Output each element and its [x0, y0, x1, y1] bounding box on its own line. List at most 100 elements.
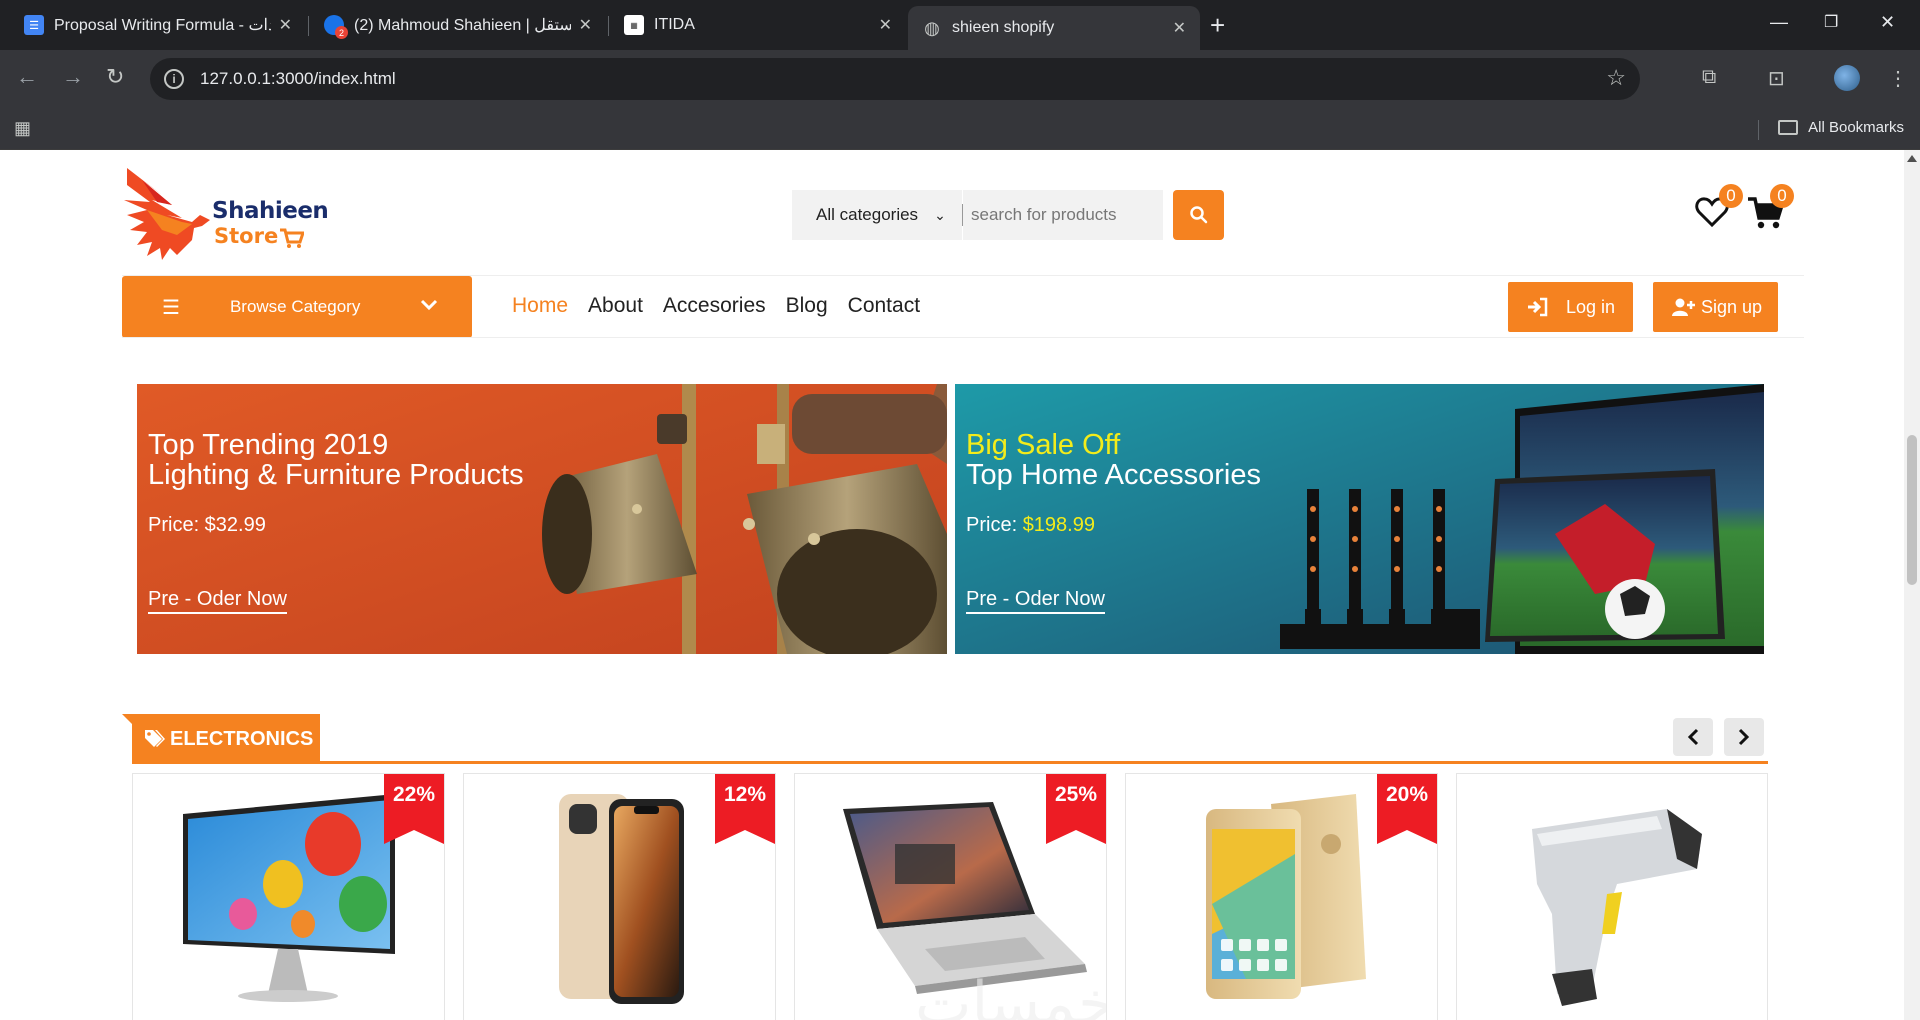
tab-proposal-writing[interactable]: ☰ Proposal Writing Formula - دات ✕	[10, 8, 306, 42]
bookmark-star-icon[interactable]: ☆	[1606, 65, 1626, 91]
browse-category-button[interactable]: ☰ Browse Category	[122, 276, 472, 338]
section-title: ELECTRONICS	[170, 727, 314, 750]
banner-line1: Big Sale Off	[966, 429, 1121, 461]
close-icon[interactable]: ✕	[579, 15, 592, 35]
nav-contact[interactable]: Contact	[848, 294, 920, 318]
scroll-up-arrow[interactable]	[1907, 155, 1917, 162]
bookmarks-bar: ▦ All Bookmarks	[0, 108, 1920, 150]
tab-shieen-shopify[interactable]: ◍ shieen shopify ✕	[908, 6, 1200, 50]
pre-order-link[interactable]: Pre - Oder Now	[148, 588, 287, 614]
banner-home-accessories[interactable]: Big Sale Off Top Home Accessories Price:…	[955, 384, 1764, 654]
nav-accesories[interactable]: Accesories	[663, 294, 766, 318]
nav-about[interactable]: About	[588, 294, 643, 318]
search-input[interactable]	[963, 190, 1163, 240]
nav-divider	[122, 337, 1804, 338]
product-card[interactable]: 12% ★★★★★	[463, 773, 776, 1020]
browser-toolbar: ← → ↻ i 127.0.0.1:3000/index.html ☆ ⧉ ⊡ …	[0, 50, 1920, 108]
browser-tab-bar: ☰ Proposal Writing Formula - دات ✕ 2 (2)…	[0, 0, 1920, 50]
page-scrollbar[interactable]	[1904, 150, 1920, 1020]
carousel-next-button[interactable]	[1724, 718, 1764, 756]
sign-in-icon	[1528, 297, 1548, 317]
tab-itida[interactable]: ▦ ITIDA ✕	[610, 8, 906, 42]
url-text[interactable]: 127.0.0.1:3000/index.html	[200, 69, 396, 89]
all-bookmarks-label: All Bookmarks	[1808, 119, 1904, 136]
login-button[interactable]: Log in	[1508, 282, 1633, 332]
section-title-tag: ELECTRONICS	[122, 714, 320, 764]
main-nav: Home About Accesories Blog Contact	[512, 294, 920, 318]
banner-title: Big Sale Off Top Home Accessories	[966, 430, 1261, 490]
address-bar[interactable]: i 127.0.0.1:3000/index.html ☆	[150, 58, 1640, 100]
site-info-icon[interactable]: i	[164, 69, 184, 89]
product-card[interactable]: 22% ★★★★★	[132, 773, 445, 1020]
reload-icon[interactable]: ↻	[106, 64, 124, 90]
folder-icon	[1778, 120, 1799, 135]
tab-title: ITIDA	[654, 16, 695, 33]
hamburger-icon: ☰	[162, 296, 180, 319]
restore-icon[interactable]: ❐	[1824, 12, 1838, 32]
close-icon[interactable]: ✕	[879, 15, 892, 35]
product-card[interactable]: 20% ★★★★★	[1125, 773, 1438, 1020]
apps-grid-icon[interactable]: ▦	[14, 118, 31, 139]
tab-separator	[308, 16, 309, 36]
banner-lighting[interactable]: Top Trending 2019 Lighting & Furniture P…	[137, 384, 947, 654]
barcode-scanner-image	[1532, 809, 1702, 1006]
user-plus-icon	[1672, 298, 1695, 316]
forward-icon[interactable]: →	[62, 64, 84, 90]
shahieen-store-logo[interactable]: Shahieen Store	[122, 160, 332, 260]
section-underline	[132, 761, 1768, 764]
tab-search-icon[interactable]: ⊡	[1768, 66, 1785, 91]
category-select-value: All categories	[816, 205, 919, 224]
bookmarks-divider	[1758, 120, 1759, 140]
close-icon[interactable]: ✕	[279, 15, 292, 35]
svg-text:خمسات: خمسات	[915, 969, 1107, 1020]
tab-title: Proposal Writing Formula - دات	[54, 17, 271, 34]
search-icon	[1189, 206, 1207, 224]
mostaql-icon: 2	[324, 15, 348, 39]
brand-sub: Store	[214, 224, 279, 248]
banner-price-prefix: Price:	[966, 514, 1023, 536]
minimize-icon[interactable]: —	[1770, 12, 1788, 33]
nav-blog[interactable]: Blog	[786, 294, 828, 318]
logo-cart-icon	[280, 228, 304, 248]
menu-dots-icon[interactable]: ⋮	[1888, 66, 1908, 91]
banner-line1: Top Trending 2019	[148, 429, 389, 461]
tags-icon	[145, 730, 165, 747]
scrollbar-thumb[interactable]	[1907, 435, 1917, 585]
profile-avatar[interactable]	[1834, 65, 1860, 91]
extensions-icon[interactable]: ⧉	[1702, 66, 1716, 89]
nav-home[interactable]: Home	[512, 294, 568, 318]
chevron-down-icon: ⌄	[934, 206, 946, 223]
wishlist-button[interactable]: 0	[1695, 184, 1743, 230]
tab-title: shieen shopify	[952, 19, 1055, 36]
search-button[interactable]	[1173, 190, 1224, 240]
globe-icon: ◍	[924, 17, 940, 38]
carousel-prev-button[interactable]	[1673, 718, 1713, 756]
pre-order-link[interactable]: Pre - Oder Now	[966, 588, 1105, 614]
cart-count-badge: 0	[1770, 184, 1794, 208]
product-card[interactable]: ★★★★★	[1456, 773, 1768, 1020]
signup-label: Sign up	[1701, 296, 1763, 317]
new-tab-icon[interactable]: +	[1210, 10, 1225, 40]
back-icon[interactable]: ←	[16, 64, 38, 90]
banner-price: Price: $198.99	[966, 514, 1095, 537]
google-docs-icon: ☰	[24, 15, 44, 35]
cart-button[interactable]: 0	[1748, 184, 1794, 230]
window-close-icon[interactable]: ✕	[1880, 12, 1895, 33]
login-label: Log in	[1566, 296, 1616, 317]
close-icon[interactable]: ✕	[1173, 18, 1186, 38]
banner-line2: Top Home Accessories	[966, 459, 1261, 491]
chevron-left-icon	[1687, 728, 1699, 746]
product-card[interactable]: خمسات 25% ★★★★★	[794, 773, 1107, 1020]
banner-title: Top Trending 2019 Lighting & Furniture P…	[148, 430, 524, 490]
tab-mahmoud-shahieen[interactable]: 2 (2) Mahmoud Shahieen | مستقل ✕	[310, 8, 606, 42]
all-bookmarks-button[interactable]: All Bookmarks	[1778, 119, 1904, 136]
category-select[interactable]: All categories ⌄	[792, 190, 962, 240]
product-search: All categories ⌄	[792, 190, 1224, 240]
brand-name: Shahieen	[212, 198, 329, 224]
tab-separator	[608, 16, 609, 36]
eagle-logo-icon	[124, 168, 210, 260]
banner-price: Price: $32.99	[148, 514, 266, 536]
banner-line2: Lighting & Furniture Products	[148, 459, 524, 491]
browse-category-label: Browse Category	[229, 297, 361, 316]
signup-button[interactable]: Sign up	[1653, 282, 1778, 332]
